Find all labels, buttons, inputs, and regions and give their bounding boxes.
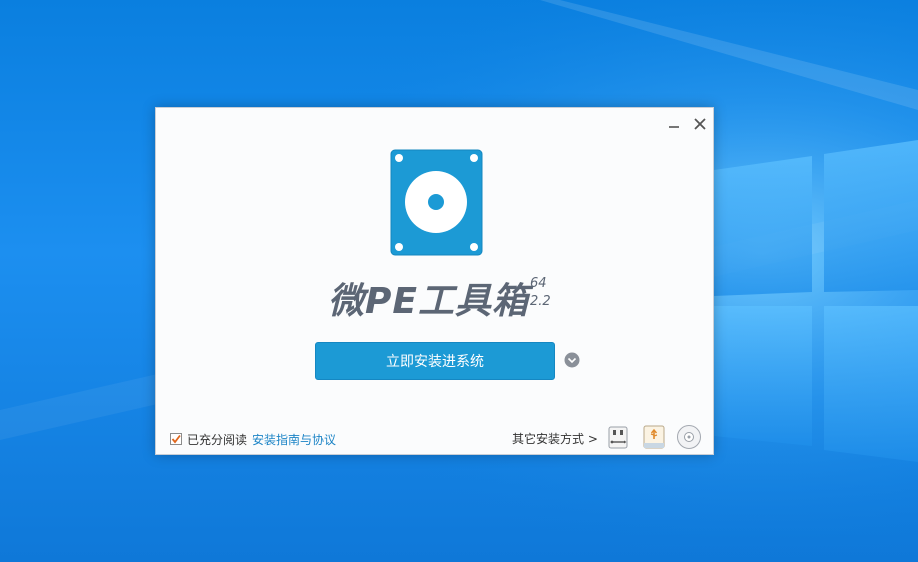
disk-icon	[390, 149, 483, 256]
install-to-usb-button[interactable]	[605, 424, 631, 450]
agree-label: 已充分阅读	[187, 432, 248, 447]
close-button[interactable]	[691, 115, 709, 133]
chevron-down-icon	[564, 352, 580, 368]
install-to-system-button[interactable]: 立即安装进系统	[315, 342, 555, 380]
minimize-icon	[669, 126, 679, 128]
other-install-methods-link[interactable]: 其它安装方式 >	[512, 430, 598, 448]
agreement-row: 已充分阅读 安装指南与协议	[170, 430, 336, 448]
usb-drive-icon	[608, 426, 628, 449]
micro-pe-installer-dialog: 微PE工具箱 64 2.2 立即安装进系统 已充分阅读 安装指南与协议 其它安装…	[155, 107, 714, 455]
install-to-portable-disk-button[interactable]	[641, 424, 667, 450]
app-version: 2.2	[530, 294, 551, 309]
app-arch: 64	[530, 276, 547, 291]
desktop: 微PE工具箱 64 2.2 立即安装进系统 已充分阅读 安装指南与协议 其它安装…	[0, 0, 918, 562]
iso-disc-icon	[677, 425, 701, 449]
minimize-button[interactable]	[665, 115, 683, 133]
app-title: 微PE工具箱 64 2.2	[328, 266, 558, 322]
close-icon	[694, 118, 706, 130]
checkmark-icon	[171, 434, 181, 444]
generate-iso-button[interactable]	[676, 424, 702, 450]
app-name: 微PE工具箱	[328, 281, 529, 322]
install-options-dropdown[interactable]	[564, 352, 580, 368]
install-guide-link[interactable]: 安装指南与协议	[252, 431, 336, 448]
portable-disk-icon	[643, 425, 665, 449]
agree-checkbox[interactable]	[170, 433, 182, 445]
